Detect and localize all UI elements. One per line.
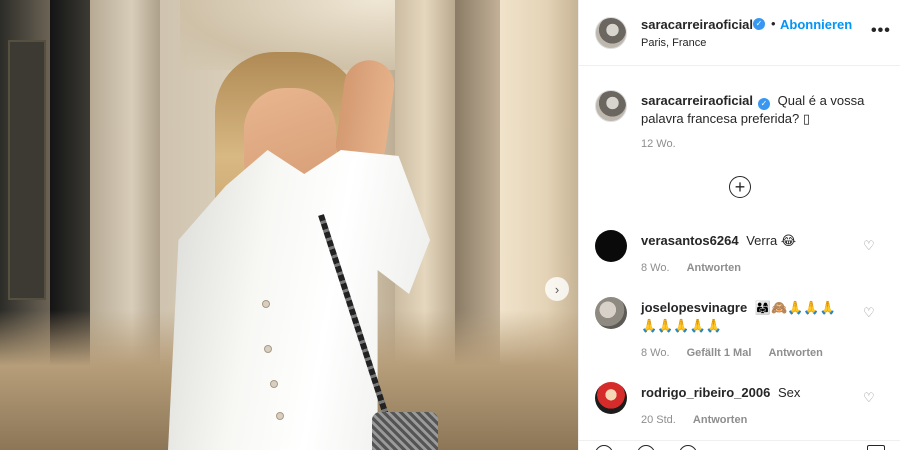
post-sidebar: saracarreiraoficial ✓ • Abonnieren Paris… bbox=[578, 0, 900, 450]
shirt-button bbox=[276, 412, 284, 420]
comment-meta: 8 Wo. Antworten bbox=[641, 262, 755, 274]
post-location[interactable]: Paris, France bbox=[641, 37, 706, 49]
commenter-avatar[interactable] bbox=[595, 297, 627, 329]
post-header: saracarreiraoficial ✓ • Abonnieren Paris… bbox=[579, 0, 900, 66]
comment-text: Verra 😂 bbox=[746, 233, 797, 248]
comment-text-block: verasantos6264 Verra 😂 bbox=[641, 232, 861, 250]
comment-text-continued: 🙏🙏🙏🙏🙏 bbox=[641, 318, 722, 333]
commenter-avatar[interactable] bbox=[595, 382, 627, 414]
bookmark-icon[interactable] bbox=[867, 445, 885, 450]
comment-text-block: rodrigo_ribeiro_2006 Sex bbox=[641, 384, 861, 402]
comment-icon[interactable] bbox=[637, 445, 655, 450]
comment-age[interactable]: 8 Wo. bbox=[641, 262, 670, 274]
reply-button[interactable]: Antworten bbox=[687, 262, 741, 274]
comment-age[interactable]: 20 Std. bbox=[641, 414, 676, 426]
shirt-button bbox=[264, 345, 272, 353]
more-options-icon[interactable]: ••• bbox=[871, 22, 891, 40]
comment-age[interactable]: 8 Wo. bbox=[641, 347, 670, 359]
follow-button[interactable]: Abonnieren bbox=[780, 17, 852, 32]
commenter-avatar[interactable] bbox=[595, 230, 627, 262]
verified-badge-icon: ✓ bbox=[758, 98, 771, 110]
commenter-username[interactable]: rodrigo_ribeiro_2006 bbox=[641, 385, 770, 400]
caption-timestamp[interactable]: 12 Wo. bbox=[641, 138, 676, 150]
share-icon[interactable] bbox=[679, 445, 697, 450]
post-photo[interactable]: › bbox=[0, 0, 578, 450]
comment-text: Sex bbox=[777, 385, 801, 400]
comment-likes[interactable]: Gefällt 1 Mal bbox=[687, 347, 752, 359]
commenter-username[interactable]: verasantos6264 bbox=[641, 233, 739, 248]
commenter-username[interactable]: joselopesvinagre bbox=[641, 300, 747, 315]
load-more-comments-button[interactable]: + bbox=[729, 176, 751, 198]
comment-text: 👨‍👩‍👧🙈🙏🙏🙏 bbox=[754, 300, 836, 315]
author-avatar[interactable] bbox=[595, 90, 627, 122]
verified-badge-icon: ✓ bbox=[753, 18, 765, 30]
separator-dot: • bbox=[771, 16, 776, 31]
comment-meta: 8 Wo. Gefällt 1 Mal Antworten bbox=[641, 347, 837, 359]
comment-meta: 20 Std. Antworten bbox=[641, 414, 761, 426]
reply-button[interactable]: Antworten bbox=[693, 414, 747, 426]
comment-text-block: joselopesvinagre 👨‍👩‍👧🙈🙏🙏🙏 🙏🙏🙏🙏🙏 bbox=[641, 299, 861, 335]
post-action-bar bbox=[579, 440, 900, 450]
wall-plaque bbox=[8, 40, 46, 300]
next-image-button[interactable]: › bbox=[545, 277, 569, 301]
handbag bbox=[372, 412, 438, 450]
chevron-right-icon: › bbox=[554, 281, 560, 297]
shirt-button bbox=[270, 380, 278, 388]
caption-username[interactable]: saracarreiraoficial bbox=[641, 93, 753, 108]
like-icon[interactable] bbox=[595, 445, 613, 450]
heart-outline-icon[interactable]: ♡ bbox=[863, 390, 875, 406]
shirt-button bbox=[262, 300, 270, 308]
caption-text-block: saracarreiraoficial ✓ Qual é a vossa pala… bbox=[641, 92, 891, 128]
heart-outline-icon[interactable]: ♡ bbox=[863, 305, 875, 321]
add-circle-icon: + bbox=[734, 177, 746, 197]
author-avatar[interactable] bbox=[595, 17, 627, 49]
author-username[interactable]: saracarreiraoficial bbox=[641, 17, 753, 32]
heart-outline-icon[interactable]: ♡ bbox=[863, 238, 875, 254]
reply-button[interactable]: Antworten bbox=[768, 347, 822, 359]
